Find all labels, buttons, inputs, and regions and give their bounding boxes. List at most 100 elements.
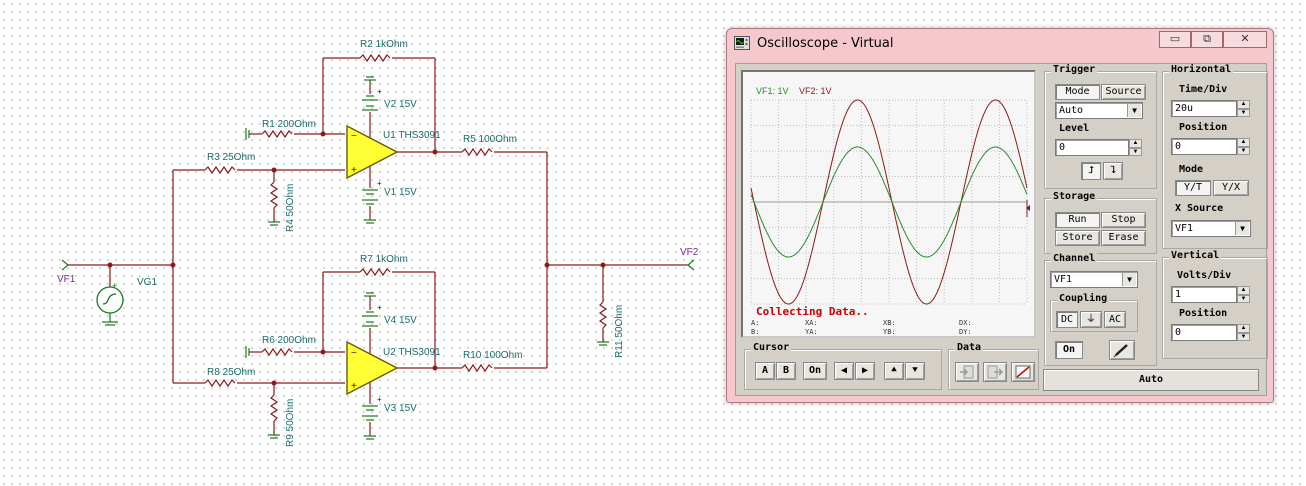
v-position-label: Position (1179, 308, 1228, 319)
h-position-spinner[interactable]: ▲ ▼ (1237, 138, 1250, 155)
chevron-down-icon[interactable]: ▼ (1235, 222, 1249, 235)
cursor-left-button[interactable]: ◀ (834, 362, 854, 380)
r9-resistor[interactable] (269, 394, 279, 422)
trigger-title: Trigger (1051, 64, 1098, 75)
readout-dx: DX: (959, 319, 972, 327)
vg1-generator[interactable]: + (96, 265, 124, 326)
volts-div-spinner[interactable]: ▲ ▼ (1237, 286, 1250, 303)
r10-resistor[interactable] (461, 363, 493, 373)
svg-text:+: + (112, 281, 117, 291)
r8-resistor[interactable] (204, 378, 236, 388)
r6-resistor[interactable] (261, 347, 293, 357)
mode-yt-button[interactable]: Y/T (1175, 180, 1211, 196)
minimize-button[interactable]: ▭ (1159, 31, 1191, 48)
trigger-mode-select[interactable]: Auto ▼ (1055, 102, 1143, 119)
vf1-probe[interactable] (61, 259, 110, 271)
storage-store-button[interactable]: Store (1055, 230, 1100, 246)
trigger-mode-button[interactable]: Mode (1055, 84, 1100, 100)
scope-display[interactable]: VF1: 1V VF2: 1V Collecting Data.. A: B: … (743, 72, 1034, 336)
cursor-a-button[interactable]: A (755, 362, 775, 380)
h-mode-label: Mode (1179, 164, 1204, 175)
channel-title: Channel (1051, 253, 1098, 264)
storage-run-button[interactable]: Run (1055, 212, 1100, 228)
chevron-down-icon[interactable]: ▼ (1127, 104, 1141, 117)
trigger-group: Trigger Mode Source Auto ▼ Level 0 ▲ ▼ ⮥ … (1044, 64, 1157, 189)
trigger-source-button[interactable]: Source (1101, 84, 1146, 100)
v4-battery[interactable]: + (362, 292, 382, 342)
storage-stop-button[interactable]: Stop (1101, 212, 1146, 228)
time-div-spinner[interactable]: ▲ ▼ (1237, 100, 1250, 117)
status-text: Collecting Data.. (756, 305, 869, 318)
vf1-label: VF1 (57, 274, 76, 285)
r7-resistor[interactable] (359, 267, 391, 277)
v3-battery[interactable]: + (362, 394, 382, 440)
storage-erase-button[interactable]: Erase (1101, 230, 1146, 246)
v1-battery[interactable]: + (362, 178, 382, 224)
chevron-down-icon[interactable]: ▼ (1122, 273, 1136, 286)
cursor-right-button[interactable]: ▶ (855, 362, 875, 380)
probe-color-button[interactable] (1109, 340, 1135, 360)
trigger-level-spinner[interactable]: ▲ ▼ (1129, 139, 1142, 156)
v-position-input[interactable]: 0 (1171, 324, 1237, 341)
import-icon (960, 365, 974, 379)
r11-resistor[interactable] (598, 301, 608, 329)
channel-select[interactable]: VF1 ▼ (1050, 271, 1138, 288)
arrow-right-icon: ▶ (861, 365, 869, 376)
r4-resistor[interactable] (269, 181, 279, 209)
probe-icon (1113, 344, 1128, 358)
oscilloscope-client-area: VF1: 1V VF2: 1V Collecting Data.. A: B: … (735, 63, 1268, 396)
window-titlebar[interactable]: Oscilloscope - Virtual ▭ ⧉ ✕ (727, 29, 1273, 59)
volts-div-input[interactable]: 1 (1171, 286, 1237, 303)
data-import-button[interactable] (955, 362, 979, 382)
r5-resistor[interactable] (461, 147, 493, 157)
vertical-group: Vertical Volts/Div 1 ▲ ▼ Position 0 ▲ ▼ (1162, 250, 1268, 359)
restore-button[interactable]: ⧉ (1191, 31, 1223, 48)
h-position-input[interactable]: 0 (1171, 138, 1237, 155)
window-title: Oscilloscope - Virtual (757, 36, 894, 51)
cursor-on-button[interactable]: On (803, 362, 827, 380)
channel-value: VF1 (1054, 274, 1073, 285)
vertical-title: Vertical (1169, 250, 1222, 261)
cursor-up-button[interactable]: ⯅ (884, 362, 904, 380)
coupling-ground-button[interactable]: ⏚ (1080, 311, 1102, 328)
r1-resistor[interactable] (261, 129, 293, 139)
trigger-rising-edge-button[interactable]: ⮥ (1081, 162, 1101, 180)
vf2-probe[interactable] (687, 259, 695, 271)
channel-on-button[interactable]: On (1055, 341, 1083, 359)
cursor-b-button[interactable]: B (776, 362, 796, 380)
mode-yx-button[interactable]: Y/X (1213, 180, 1249, 196)
trigger-falling-edge-button[interactable]: ⮧ (1103, 162, 1123, 180)
data-title: Data (955, 342, 984, 353)
export-icon (987, 365, 1004, 379)
svg-text:+: + (377, 179, 382, 188)
trigger-level-input[interactable]: 0 (1055, 139, 1129, 156)
r6-label: R6 200Ohm (262, 335, 316, 346)
data-group: Data (948, 342, 1039, 390)
svg-text:+: + (377, 395, 382, 404)
oscilloscope-window[interactable]: Oscilloscope - Virtual ▭ ⧉ ✕ VF1: 1V VF2… (726, 28, 1274, 403)
r2-resistor[interactable] (359, 53, 391, 63)
r8-label: R8 25Ohm (207, 367, 255, 378)
v1-label: V1 15V (384, 187, 417, 198)
coupling-title: Coupling (1057, 293, 1110, 304)
cursor-down-button[interactable]: ⯆ (905, 362, 925, 380)
time-div-input[interactable]: 20u (1171, 100, 1237, 117)
v-position-spinner[interactable]: ▲ ▼ (1237, 324, 1250, 341)
auto-button[interactable]: Auto (1043, 369, 1259, 391)
coupling-ac-button[interactable]: AC (1104, 311, 1126, 328)
coupling-dc-button[interactable]: DC (1056, 311, 1078, 328)
r4-label: R4 50Ohm (285, 184, 296, 232)
readout-a: A: (751, 319, 759, 327)
data-plot-button[interactable] (1011, 362, 1035, 382)
horizontal-group: Horizontal Time/Div 20u ▲ ▼ Position 0 ▲ ▼… (1162, 64, 1268, 249)
legend-vf2: VF2: 1V (799, 86, 832, 96)
close-button[interactable]: ✕ (1223, 31, 1267, 48)
h-position-label: Position (1179, 122, 1228, 133)
svg-text:−: − (351, 131, 357, 142)
v2-battery[interactable]: + (362, 76, 382, 126)
data-export-button[interactable] (983, 362, 1007, 382)
r3-resistor[interactable] (204, 165, 236, 175)
circuit-schematic: VF1 + VG1 R3 25Ohm R4 50Ohm R1 200Ohm R2… (57, 39, 699, 447)
x-source-select[interactable]: VF1 ▼ (1171, 220, 1251, 237)
coupling-group: Coupling DC ⏚ AC (1050, 293, 1138, 332)
